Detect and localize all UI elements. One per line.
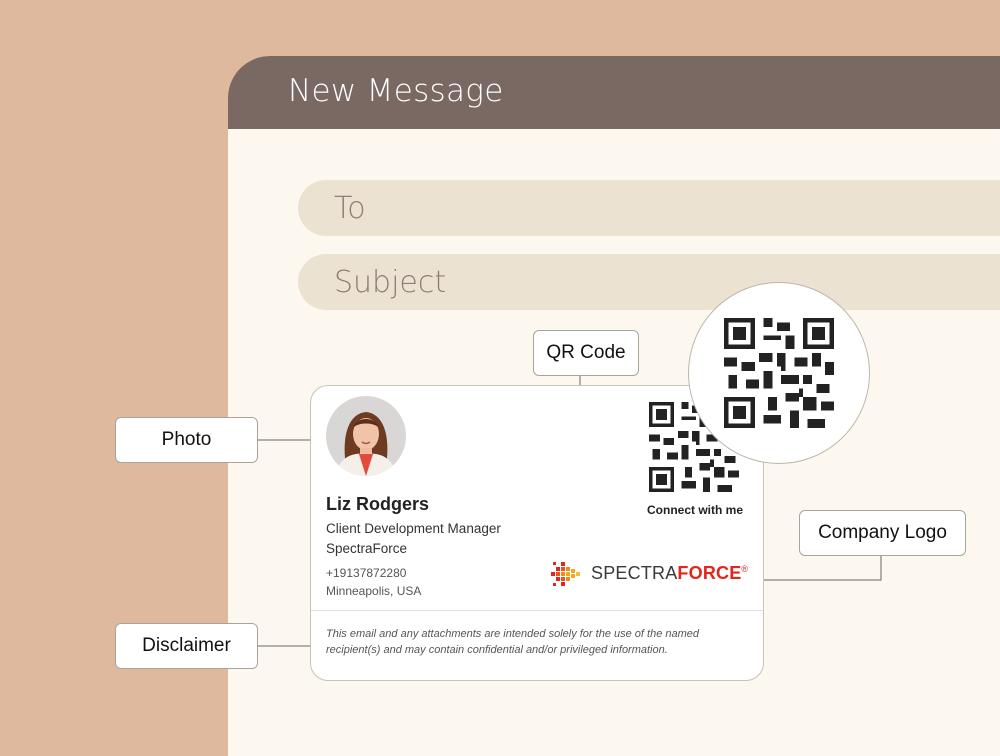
callout-qr-code: QR Code [533,330,639,376]
signature-divider [311,610,763,611]
signature-name: Liz Rodgers [326,494,430,514]
disclaimer-text: This email and any attachments are inten… [326,628,699,656]
callout-photo: Photo [115,417,258,463]
qr-caption: Connect with me [647,503,744,517]
logo-connector [752,555,882,581]
qr-code-large [724,318,834,428]
signature-role: Client Development Manager [326,521,501,536]
qr-code-zoom [688,282,870,464]
logo-wordmark: SPECTRAFORCE® [591,563,749,583]
email-signature: Liz Rodgers Client Development Manager S… [310,385,764,681]
company-logo[interactable]: SPECTRAFORCE® [551,558,751,590]
callout-company-logo: Company Logo [799,510,966,556]
signature-company: SpectraForce [326,541,408,556]
profile-photo [326,396,406,476]
callout-disclaimer: Disclaimer [115,623,258,669]
signature-phone[interactable]: +19137872280 [326,566,406,580]
signature-location: Minneapolis, USA [326,584,422,598]
spectraforce-logo-icon [551,562,580,586]
